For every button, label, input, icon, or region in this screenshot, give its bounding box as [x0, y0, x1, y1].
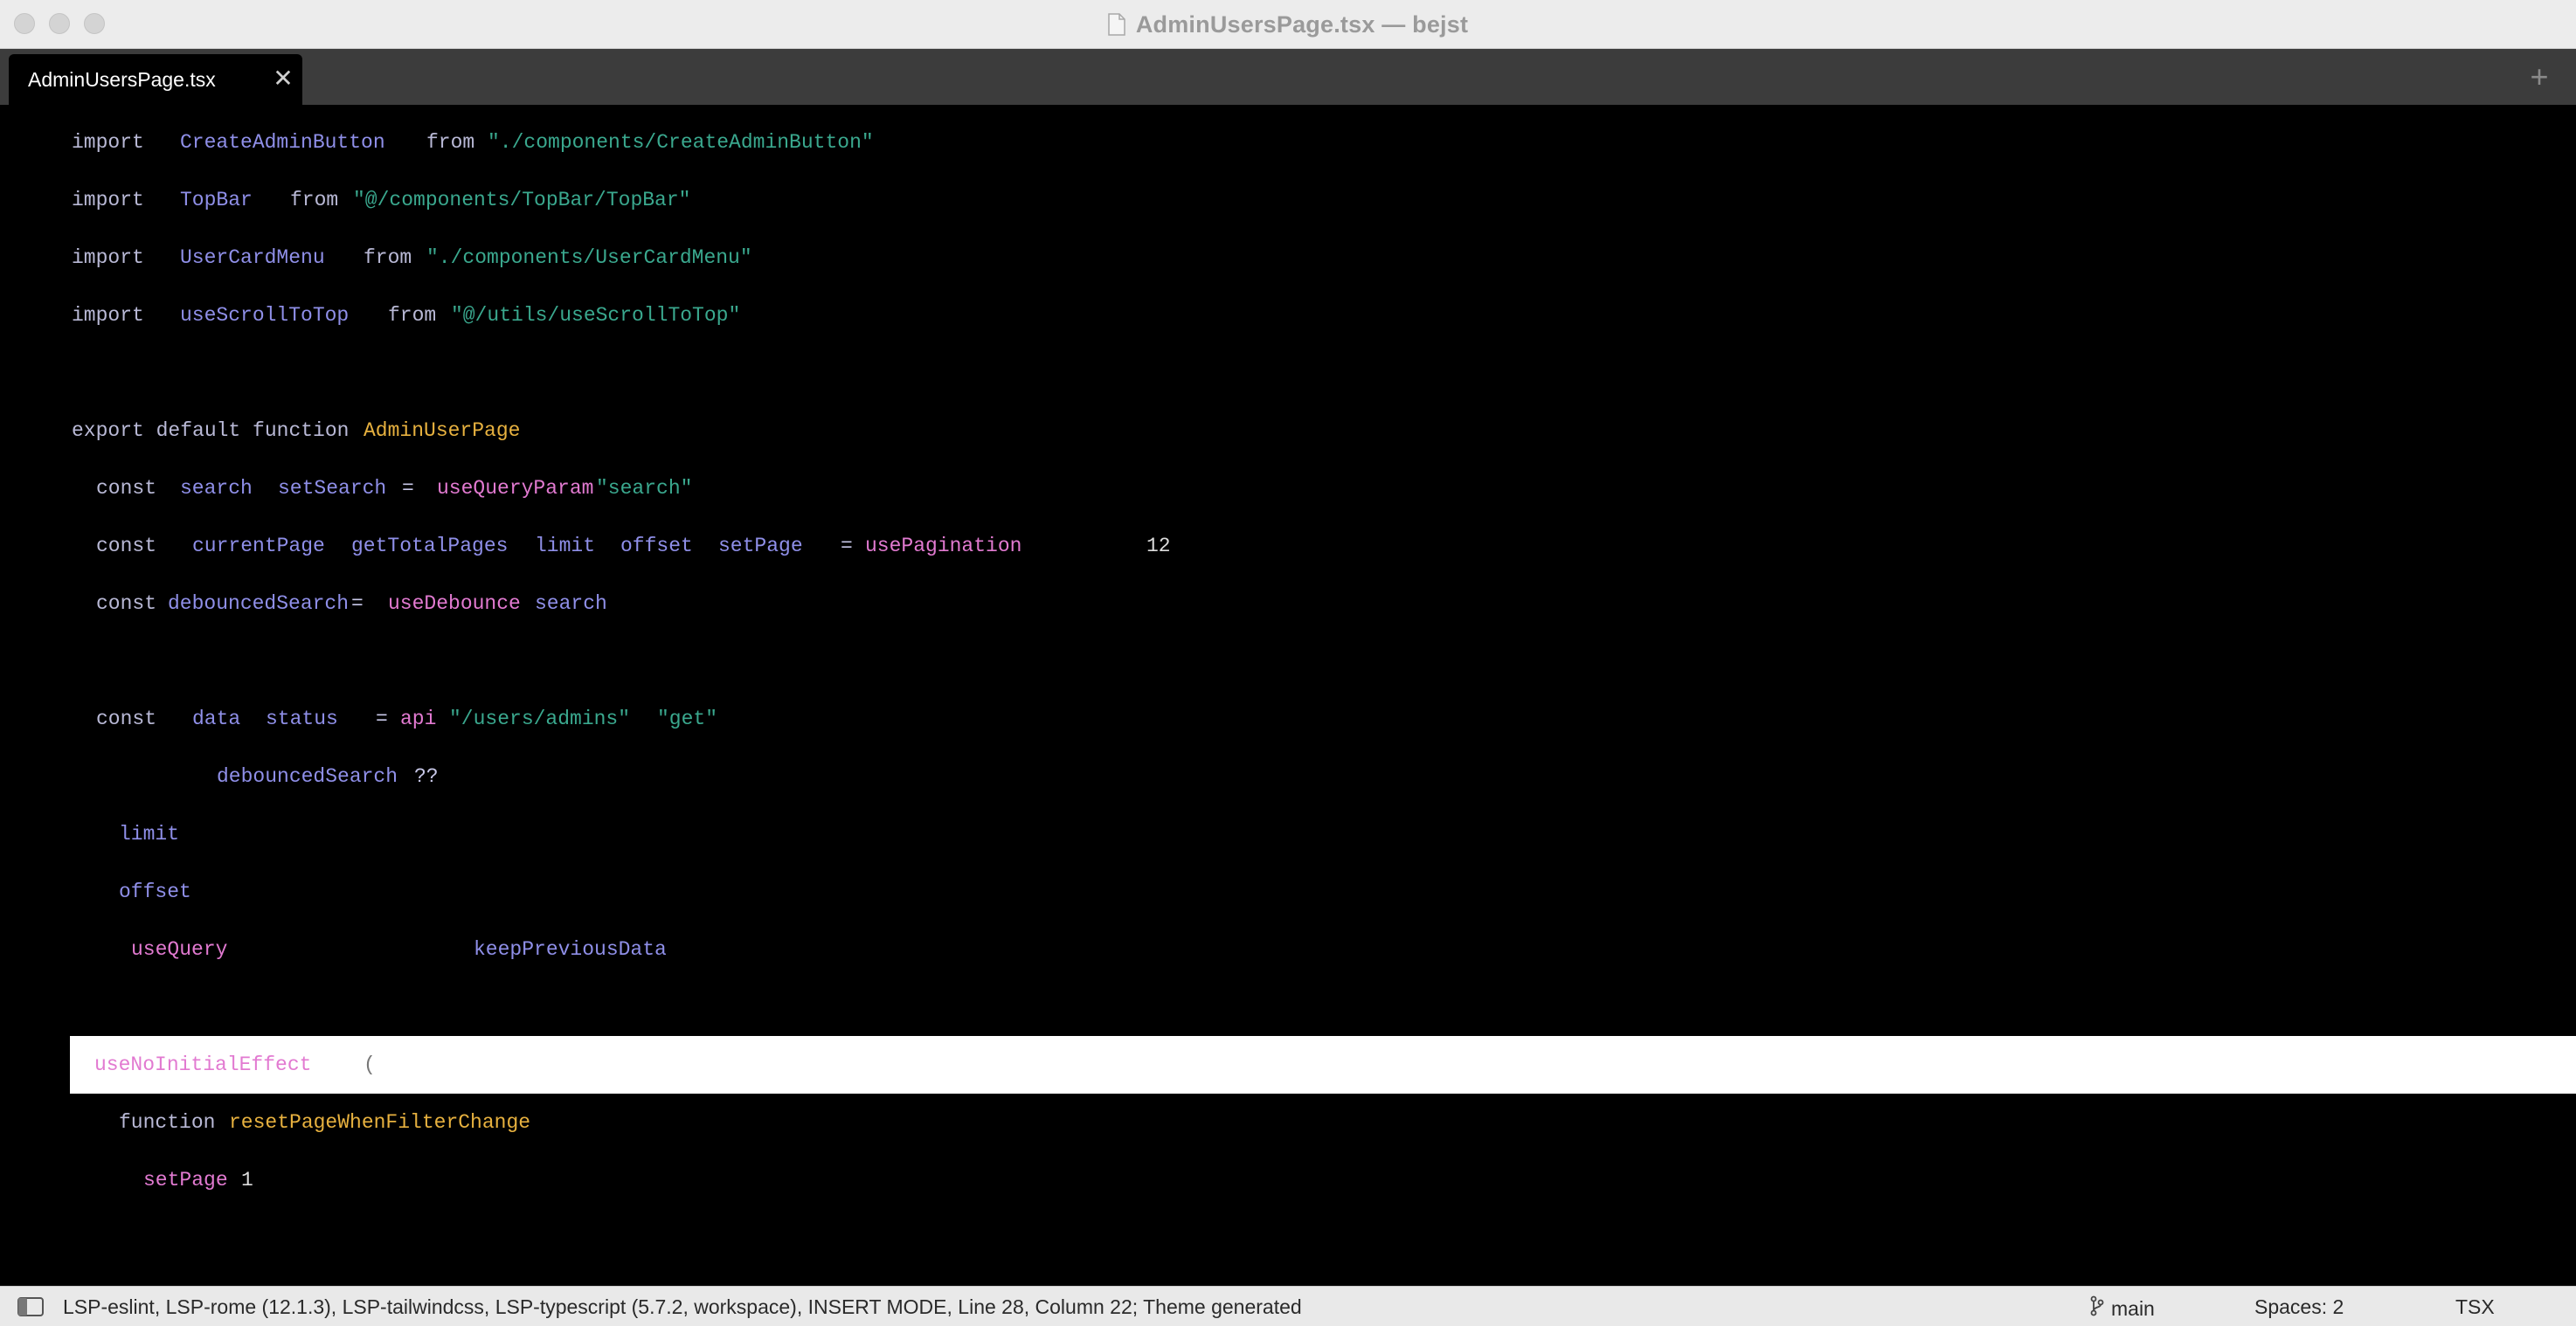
indentation-setting[interactable]: Spaces: 2	[2254, 1295, 2344, 1319]
close-tab-icon[interactable]: ✕	[269, 65, 297, 93]
code-token: AdminUserPage	[364, 419, 521, 442]
code-line-current[interactable]: useNoInitialEffect (	[70, 1036, 2576, 1094]
code-token: import	[72, 304, 144, 327]
code-token: api	[400, 708, 437, 730]
code-token: 1	[241, 1169, 253, 1191]
tab-label: AdminUsersPage.tsx	[28, 68, 216, 91]
code-token: useScrollToTop	[180, 304, 350, 327]
code-line[interactable]: export default function AdminUserPage	[0, 402, 2576, 459]
code-token: useDebounce	[388, 592, 521, 615]
document-icon	[1108, 13, 1125, 36]
code-token: TopBar	[180, 189, 253, 211]
code-token: useQuery	[131, 938, 228, 961]
git-branch-indicator[interactable]: main	[2090, 1295, 2155, 1322]
code-token: limit	[535, 535, 596, 557]
code-token: "@/components/TopBar/TopBar"	[353, 189, 691, 211]
code-token: from	[290, 189, 339, 211]
code-token: search	[180, 477, 253, 500]
code-token: data	[192, 708, 241, 730]
code-token: ??	[414, 765, 439, 788]
code-token: "./components/UserCardMenu"	[426, 246, 752, 269]
code-line[interactable]: import useScrollToTop from "@/utils/useScro…	[0, 287, 2576, 344]
code-token: getTotalPages	[351, 535, 509, 557]
code-line[interactable]	[0, 978, 2576, 1036]
code-line[interactable]: import UserCardMenu from "./components/User…	[0, 229, 2576, 287]
new-tab-button[interactable]: +	[2522, 59, 2557, 94]
code-token: (	[364, 1053, 376, 1076]
code-token: UserCardMenu	[180, 246, 325, 269]
code-line[interactable]: offset	[0, 863, 2576, 921]
code-token: limit	[119, 823, 180, 846]
code-token: debouncedSearch	[168, 592, 350, 615]
code-token: CreateAdminButton	[180, 131, 385, 154]
code-token: const	[96, 477, 157, 500]
window-titlebar: AdminUsersPage.tsx — bejst	[0, 0, 2576, 49]
code-token: search	[535, 592, 607, 615]
syntax-selector[interactable]: TSX	[2455, 1295, 2495, 1319]
code-line[interactable]: debouncedSearch??	[0, 748, 2576, 805]
git-branch-label: main	[2111, 1296, 2155, 1320]
code-token: from	[364, 246, 412, 269]
code-line[interactable]: setPage 1	[0, 1151, 2576, 1209]
code-line[interactable]: import CreateAdminButton from "./components…	[0, 114, 2576, 171]
tab-adminuserspage[interactable]: AdminUsersPage.tsx ✕	[9, 54, 302, 105]
code-line[interactable]: function resetPageWhenFilterChange	[0, 1094, 2576, 1151]
code-token: 12	[1146, 535, 1171, 557]
code-token: =	[841, 535, 853, 557]
code-line[interactable]: const currentPage getTotalPages limit offset…	[0, 517, 2576, 575]
code-token: setPage	[143, 1169, 228, 1191]
code-token: from	[388, 304, 437, 327]
code-token: currentPage	[192, 535, 325, 557]
code-token: setPage	[718, 535, 803, 557]
code-token: =	[351, 592, 364, 615]
code-line[interactable]: import TopBar from "@/components/TopBar/Top…	[0, 171, 2576, 229]
code-token: export default function	[72, 419, 350, 442]
code-token: const	[96, 535, 157, 557]
code-token: debouncedSearch	[217, 765, 398, 788]
code-token: "/users/admins"	[449, 708, 631, 730]
status-text: LSP-eslint, LSP-rome (12.1.3), LSP-tailw…	[63, 1295, 1302, 1318]
code-token: resetPageWhenFilterChange	[229, 1111, 531, 1134]
status-bar: LSP-eslint, LSP-rome (12.1.3), LSP-tailw…	[0, 1286, 2576, 1326]
code-token: "./components/CreateAdminButton"	[488, 131, 874, 154]
code-token: setSearch	[278, 477, 387, 500]
code-token: function	[119, 1111, 216, 1134]
git-branch-icon	[2090, 1295, 2104, 1322]
code-line[interactable]: useQuery keepPreviousData	[0, 921, 2576, 978]
code-token: from	[426, 131, 475, 154]
code-token: "search"	[596, 477, 693, 500]
code-line[interactable]: limit	[0, 805, 2576, 863]
tab-bar: AdminUsersPage.tsx ✕ +	[0, 49, 2576, 105]
sidebar-toggle-icon[interactable]	[17, 1297, 44, 1316]
code-line[interactable]	[0, 344, 2576, 402]
code-token: useQueryParam	[437, 477, 594, 500]
code-line[interactable]: const data status = api "/users/admins" "get"	[0, 690, 2576, 748]
code-token: offset	[119, 881, 191, 903]
code-token: status	[266, 708, 338, 730]
code-token: keepPreviousData	[474, 938, 667, 961]
code-token: "@/utils/useScrollToTop"	[451, 304, 741, 327]
code-token: =	[376, 708, 388, 730]
code-token: const	[96, 592, 157, 615]
code-token: import	[72, 131, 144, 154]
code-token: const	[96, 708, 157, 730]
code-token: usePagination	[865, 535, 1022, 557]
code-editor[interactable]: import CreateAdminButton from "./components…	[0, 105, 2576, 1286]
code-token: useNoInitialEffect	[94, 1053, 312, 1076]
code-token: offset	[620, 535, 693, 557]
code-token: =	[402, 477, 414, 500]
code-line[interactable]: const search setSearch = useQueryParam "searc…	[0, 459, 2576, 517]
code-token: import	[72, 246, 144, 269]
code-line[interactable]	[0, 632, 2576, 690]
code-line[interactable]: const debouncedSearch = useDebounce search	[0, 575, 2576, 632]
window-title: AdminUsersPage.tsx — bejst	[1135, 10, 1469, 38]
code-token: import	[72, 189, 144, 211]
code-token: "get"	[657, 708, 718, 730]
